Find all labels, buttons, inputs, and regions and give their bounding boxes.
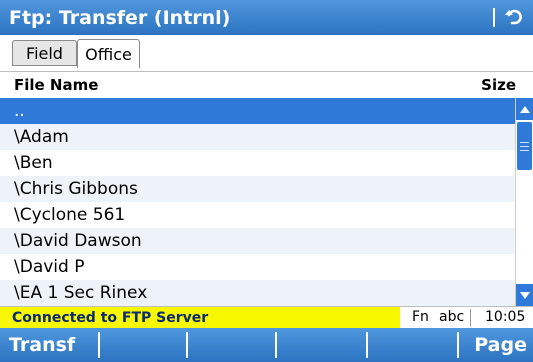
column-header-size[interactable]: Size [481, 76, 516, 94]
status-message: Connected to FTP Server [0, 307, 400, 328]
list-header: File Name Size [0, 72, 533, 98]
status-separator [470, 309, 471, 326]
vertical-scrollbar[interactable] [515, 98, 533, 306]
status-bar: Connected to FTP Server Fn abc 10:05 [0, 306, 533, 328]
title-separator [493, 8, 495, 27]
file-list: .. \Adam \Ben \Chris Gibbons \Cyclone 56… [0, 98, 515, 306]
column-header-file-name[interactable]: File Name [14, 76, 98, 94]
list-item[interactable]: \Cyclone 561 [0, 202, 515, 228]
tab-field[interactable]: Field [12, 40, 77, 66]
list-item[interactable]: \EA 1 Sec Rinex [0, 280, 515, 306]
softkey-5[interactable] [368, 328, 457, 362]
softkey-3[interactable] [188, 328, 274, 362]
tab-strip: Field Office [0, 35, 533, 72]
list-item[interactable]: \Adam [0, 124, 515, 150]
softkey-4[interactable] [277, 328, 363, 362]
title-bar: Ftp: Transfer (Intrnl) [0, 0, 533, 35]
page-softkey[interactable]: Page [460, 328, 533, 362]
softkey-separator [457, 332, 459, 358]
transfer-softkey[interactable]: Transf [0, 328, 98, 362]
list-item[interactable]: \Chris Gibbons [0, 176, 515, 202]
list-item[interactable]: .. [0, 98, 515, 124]
scroll-thumb[interactable] [517, 122, 532, 170]
list-item[interactable]: \Ben [0, 150, 515, 176]
arrow-up-icon [519, 105, 530, 113]
list-item[interactable]: \David Dawson [0, 228, 515, 254]
page-title: Ftp: Transfer (Intrnl) [9, 6, 231, 29]
input-mode-indicator: abc [439, 309, 465, 325]
return-arrow-icon[interactable] [500, 2, 530, 32]
softkey-2[interactable] [100, 328, 186, 362]
scroll-down-button[interactable] [516, 284, 533, 306]
arrow-down-icon [519, 291, 530, 299]
softkey-bar: Transf Page [0, 328, 533, 362]
list-item[interactable]: \David P [0, 254, 515, 280]
fn-indicator: Fn [412, 309, 429, 325]
tab-office[interactable]: Office [77, 39, 140, 68]
scroll-up-button[interactable] [516, 98, 533, 120]
clock: 10:05 [485, 309, 526, 325]
